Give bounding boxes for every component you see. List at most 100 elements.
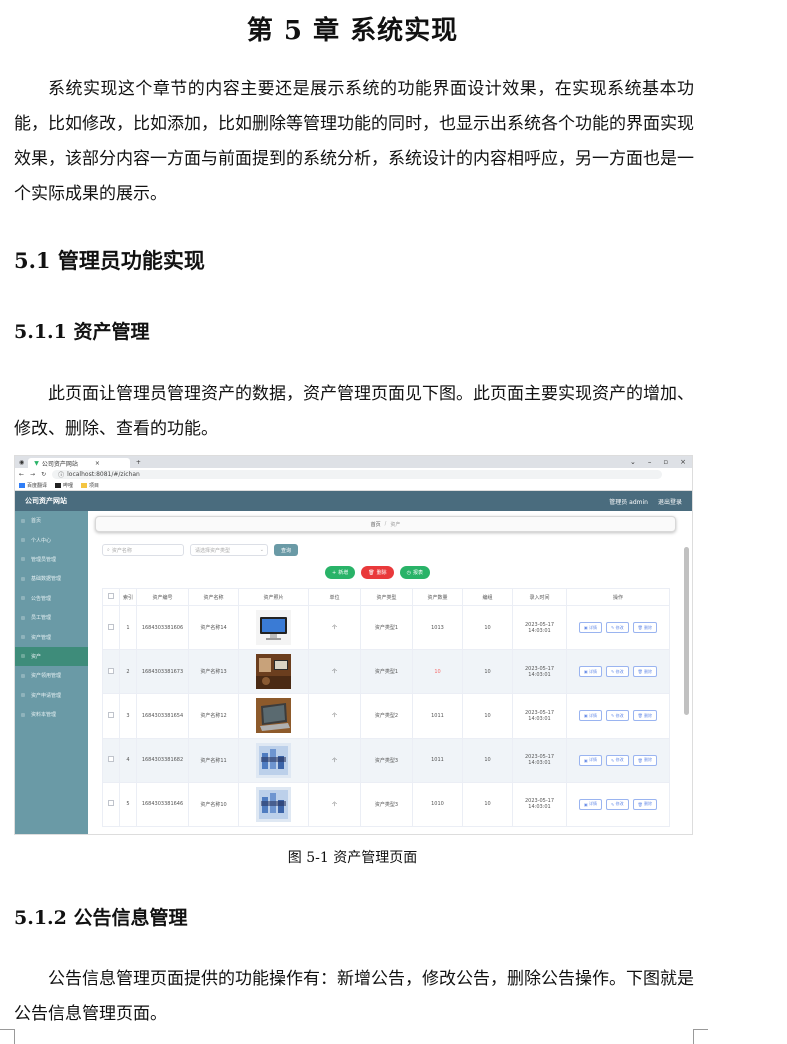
- window-close-icon: ×: [680, 458, 686, 466]
- sidebar-item: 资料本管理: [15, 705, 88, 724]
- table-cell: 资产类型3: [360, 781, 413, 827]
- sidebar-item: 公告管理: [15, 589, 88, 608]
- column-header: 资产类型: [360, 588, 413, 606]
- table-cell: ▣ 详情 ✎ 修改 🗑 删除: [566, 693, 670, 739]
- sidebar-item: 资产领用管理: [15, 666, 88, 685]
- detail-icon: ▣: [583, 625, 588, 631]
- asset-type-select: 请选择资产类型 ⌄: [190, 544, 268, 556]
- table-cell: 2: [119, 649, 137, 695]
- table-header-row: 索引 资产编号 资产名称 资产照片 单位 资产类型 资产数量 编组 录入时间 操作: [102, 588, 670, 606]
- table-row: 4 1684303381682 资产名称11 个资产类型3 1011 10 2023-05-…: [102, 737, 670, 783]
- user-label: 管理员 admin: [609, 498, 648, 506]
- table-cell: 1684303381654: [136, 693, 189, 739]
- action-buttons: + 新增 🗑 删除 ◷ 报表: [325, 566, 430, 579]
- edit-icon: ✎: [611, 801, 615, 807]
- table-cell: [238, 737, 309, 783]
- sidebar-item: 员工管理: [15, 608, 88, 627]
- table-cell: 资产类型3: [360, 737, 413, 783]
- edit-icon: ✎: [611, 669, 615, 675]
- table-cell: 个: [308, 649, 361, 695]
- column-header: 单位: [308, 588, 361, 606]
- breadcrumb-separator: /: [384, 521, 387, 527]
- app-header: 公司资产网站 管理员 admin 退出登录: [15, 491, 692, 511]
- table-cell: ▣ 详情 ✎ 修改 🗑 删除: [566, 781, 670, 827]
- column-header: 录入时间: [512, 588, 567, 606]
- trash-icon: 🗑: [637, 625, 643, 631]
- browser-menu-icon: ◉: [19, 458, 25, 466]
- tv-icon: [55, 482, 62, 488]
- asset-photo: [256, 698, 291, 734]
- table-cell: 2023-05-17 14:03:01: [512, 737, 567, 783]
- delete-button: 🗑 删除: [361, 566, 394, 579]
- info-icon: ⓘ: [58, 471, 65, 479]
- edit-icon: ✎: [611, 757, 615, 763]
- row-operations: ▣ 详情 ✎ 修改 🗑 删除: [567, 710, 669, 722]
- table-cell: 资产名称14: [188, 604, 239, 651]
- delete-row-button: 🗑 删除: [632, 666, 658, 678]
- asset-management-screenshot: ◉ ▼ 公司资产网站 × + ⌄ – ▫ × ← → ↻ ⓘ localhost…: [14, 455, 693, 835]
- sidebar-item: 资产管理: [15, 627, 88, 646]
- row-checkbox: [108, 800, 114, 807]
- table-cell: 1684303381682: [136, 737, 189, 783]
- chapter-title: 第 5 章 系统实现: [246, 16, 459, 46]
- delete-row-button: 🗑 删除: [632, 710, 658, 722]
- row-operations: ▣ 详情 ✎ 修改 🗑 删除: [567, 622, 669, 634]
- table-cell: [102, 737, 120, 783]
- table-cell: 个: [308, 604, 361, 651]
- table-cell: [238, 649, 309, 695]
- translate-icon: [19, 482, 25, 488]
- new-tab-icon: +: [135, 458, 141, 466]
- column-header: 资产数量: [412, 588, 463, 606]
- table-cell: 10: [462, 693, 513, 739]
- table-cell: [238, 604, 309, 651]
- scrollbar: [684, 547, 689, 715]
- sidebar-item: 管理员管理: [15, 550, 88, 569]
- detail-button: ▣ 详情: [578, 754, 603, 766]
- table-cell: 1011: [412, 737, 463, 783]
- detail-icon: ▣: [583, 801, 588, 807]
- table-row: 3 1684303381654 资产名称12 个资产类型2 1011 10 2023-05-…: [102, 693, 670, 739]
- paragraph-asset-management: 此页面让管理员管理资产的数据，资产管理页面见下图。此页面主要实现资产的增加、修改…: [14, 384, 694, 439]
- section-heading-5-1-2: 5.1.2 公告信息管理: [14, 907, 188, 929]
- table-cell: 资产名称10: [188, 781, 239, 827]
- url-text: localhost:8081/#/zichan: [67, 470, 140, 478]
- table-cell: 2023-05-17 14:03:01: [512, 649, 567, 695]
- column-header: [102, 588, 120, 606]
- delete-row-button: 🗑 删除: [632, 622, 658, 634]
- report-button: ◷ 报表: [399, 566, 430, 579]
- tab-title: 公司资产网站: [41, 460, 78, 468]
- delete-row-button: 🗑 删除: [632, 754, 658, 766]
- table-cell: 10: [462, 737, 513, 783]
- table-body: 1 1684303381606 资产名称14 个资产类型1 1013 10 2023-05-…: [102, 604, 670, 827]
- table-cell: 个: [308, 693, 361, 739]
- asset-name-search-input: ⌕ 资产名称: [102, 544, 184, 556]
- bookmark-item: 百度翻译: [19, 482, 47, 489]
- table-cell: [102, 649, 120, 695]
- row-checkbox: [108, 623, 114, 630]
- table-cell: [102, 781, 120, 827]
- trash-icon: 🗑: [637, 801, 643, 807]
- table-row: 5 1684303381646 资产名称10 个资产类型3 1010 10 2023-05-…: [102, 781, 670, 827]
- edit-icon: ✎: [611, 625, 615, 631]
- url-field: ⓘ localhost:8081/#/zichan: [52, 469, 662, 479]
- section-heading-5-1: 5.1 管理员功能实现: [14, 248, 205, 273]
- sidebar: 首页 个人中心 管理员管理 基础数据管理 公告管理 员工管理 资产管理 资产 资产领用管理 资产申…: [15, 511, 88, 834]
- edit-button: ✎ 修改: [606, 754, 629, 766]
- browser-tab: ▼ 公司资产网站 ×: [28, 458, 130, 468]
- table-cell: 1684303381646: [136, 781, 189, 827]
- table-cell: 10: [412, 649, 463, 695]
- table-cell: [238, 693, 309, 739]
- table-cell: 2023-05-17 14:03:01: [512, 693, 567, 739]
- trash-icon: 🗑: [637, 757, 643, 763]
- detail-button: ▣ 详情: [578, 666, 603, 678]
- minimize-icon: –: [647, 458, 652, 466]
- table-cell: 1011: [412, 693, 463, 739]
- edit-button: ✎ 修改: [606, 666, 629, 678]
- table-cell: 4: [119, 737, 137, 783]
- page-corner-mark-left: [0, 1029, 15, 1044]
- column-header: 资产名称: [188, 588, 239, 606]
- bookmark-item: 哔哩: [55, 482, 73, 489]
- edit-button: ✎ 修改: [606, 798, 629, 810]
- sidebar-item: 资产申请管理: [15, 686, 88, 705]
- search-icon: ⌕: [107, 547, 110, 553]
